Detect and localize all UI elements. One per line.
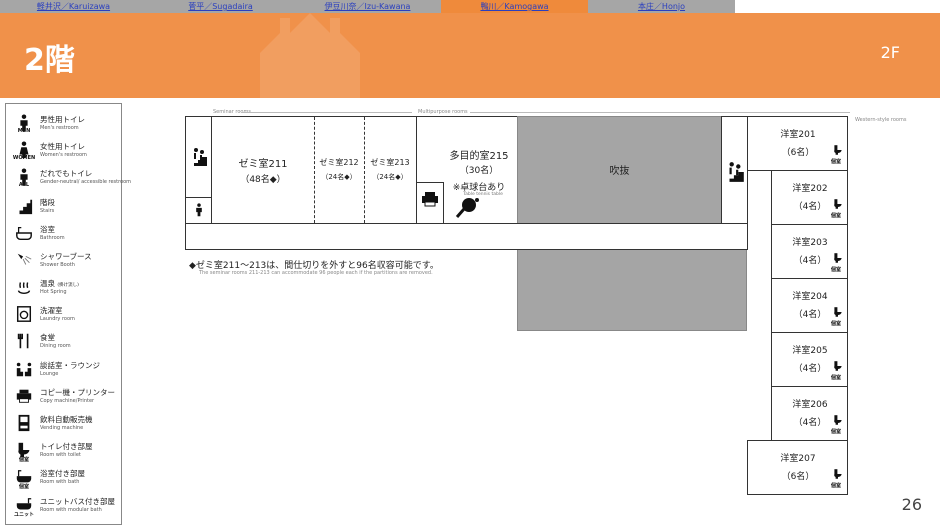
stairs-room (185, 116, 212, 224)
room-213-capacity: （24名◆） (372, 173, 408, 181)
toilet-room-icon (834, 307, 842, 317)
toilet-room-icon (834, 469, 842, 479)
room-211-name: ゼミ室211 (238, 159, 288, 170)
room-207: 洋室207 （6名） 個室 (747, 440, 848, 495)
toilet-room-icon (834, 415, 842, 425)
multipurpose-caption: Multipurpose rooms (418, 109, 468, 115)
stairs-room-east (721, 116, 748, 224)
seminar-room-block: ゼミ室211 （48名◆） ゼミ室212 （24名◆） ゼミ室213 （24名◆… (211, 116, 417, 224)
atrium-upper: 吹抜 (517, 116, 722, 224)
western-caption: Western-style rooms (855, 117, 907, 123)
toilet-room-icon (834, 145, 842, 155)
page-number: 26 (901, 495, 922, 514)
atrium-label: 吹抜 (609, 166, 630, 177)
caption-line (470, 112, 850, 113)
room-215-capacity: （30名） (459, 166, 499, 176)
accessible-toilet-icon (196, 203, 202, 217)
room-211-capacity: （48名◆） (240, 175, 286, 185)
stairs-icon (725, 162, 744, 182)
partition-note-en: The seminar rooms 211-213 can accommodat… (199, 270, 433, 276)
room-215-name: 多目的室215 (449, 151, 509, 162)
room-213-name: ゼミ室213 (370, 158, 410, 167)
corridor (185, 223, 748, 250)
room-212-name: ゼミ室212 (319, 158, 359, 167)
multipurpose-room-215: 多目的室215 （30名） ※卓球台あり Table tennis table (416, 116, 518, 224)
room-212-capacity: （24名◆） (321, 173, 357, 181)
caption-line (242, 112, 412, 113)
atrium-lower (517, 249, 747, 331)
room-203: 洋室203 （4名） 個室 (771, 224, 848, 279)
room-201: 洋室201 （6名） 個室 (747, 116, 848, 171)
room-205: 洋室205 （4名） 個室 (771, 332, 848, 387)
room-206: 洋室206 （4名） 個室 (771, 386, 848, 441)
stairs-icon (190, 148, 207, 166)
table-tennis-icon (455, 198, 479, 218)
room-204: 洋室204 （4名） 個室 (771, 278, 848, 333)
toilet-room-icon (834, 253, 842, 263)
toilet-room-icon (834, 199, 842, 209)
toilet-room-icon (834, 361, 842, 371)
floor-plan: Seminar rooms Multipurpose rooms Western… (0, 0, 940, 529)
room-202: 洋室202 （4名） 個室 (771, 170, 848, 225)
